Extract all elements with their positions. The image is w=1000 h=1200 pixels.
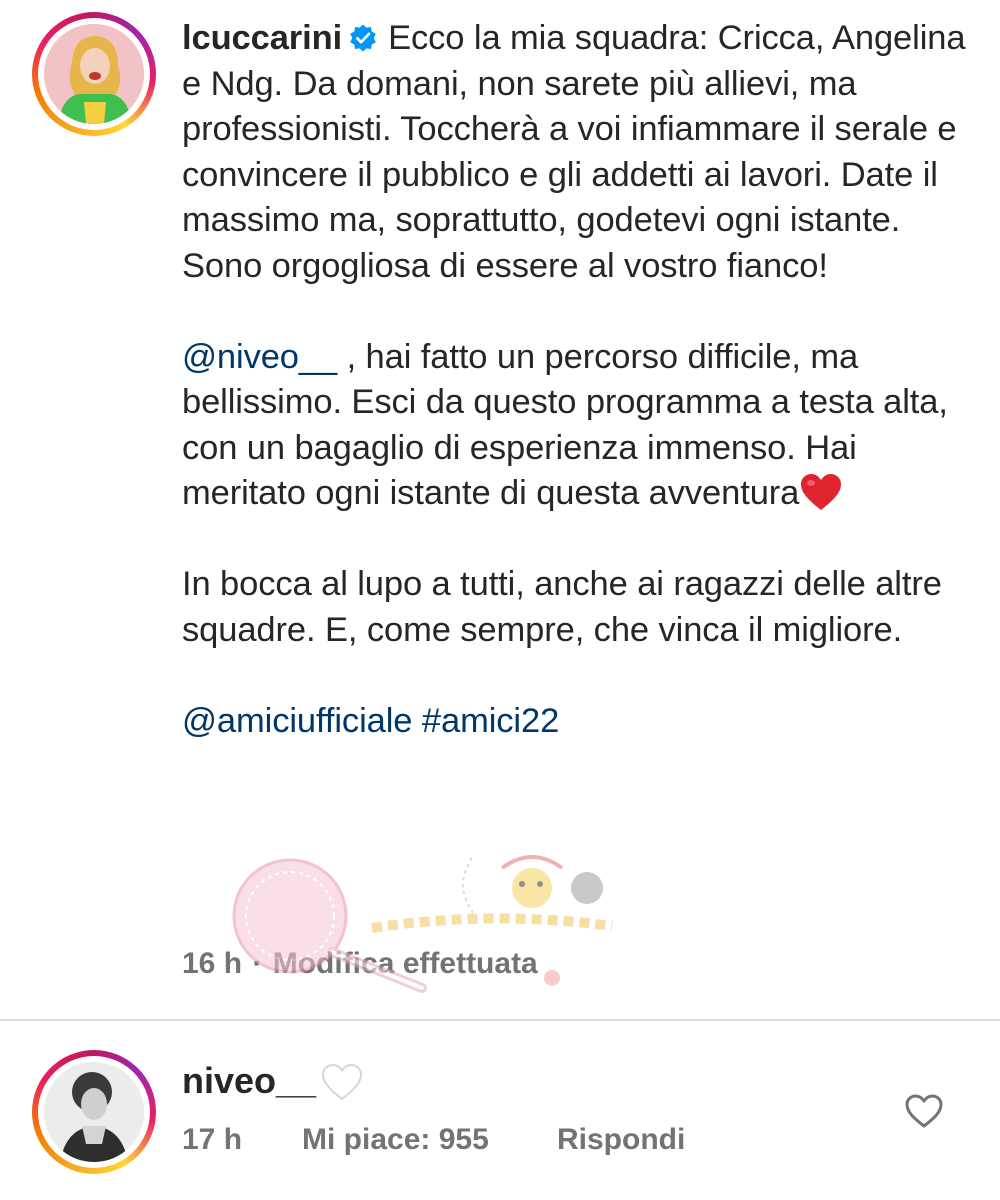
section-divider [0, 1019, 1000, 1021]
post-caption-block: lcuccarini Ecco la mia squadra: Cricca, A… [0, 0, 1000, 1020]
caption-first-paragraph: lcuccarini Ecco la mia squadra: Cricca, A… [182, 16, 972, 289]
post-meta: 16 h · Modifica effettuata [182, 947, 538, 981]
tag-mention-link[interactable]: @amiciufficiale [182, 702, 412, 740]
caption-second-paragraph: @niveo__ , hai fatto un percorso diffici… [182, 335, 972, 517]
post-username[interactable]: lcuccarini [182, 19, 342, 57]
comment-meta: 17 h Mi piace: 955 Rispondi [182, 1123, 685, 1157]
hashtag-link[interactable]: #amici22 [422, 702, 559, 740]
reply-button[interactable]: Rispondi [557, 1123, 685, 1157]
caption-text-3: In bocca al lupo a tutti, anche ai ragaz… [182, 565, 942, 649]
caption-tags: @amiciufficiale #amici22 [182, 699, 972, 745]
mention-link[interactable]: @niveo__ [182, 338, 337, 376]
author-avatar[interactable] [32, 12, 156, 136]
edited-label: Modifica effettuata [272, 947, 538, 980]
red-heart-emoji [801, 474, 842, 510]
caption-text-1: Da domani, non sarete più allievi, ma pr… [182, 64, 957, 285]
post-caption: lcuccarini Ecco la mia squadra: Cricca, A… [182, 16, 972, 744]
author-avatar-image [44, 24, 144, 124]
meta-separator: · [252, 947, 263, 980]
comment-likes[interactable]: Mi piace: 955 [302, 1123, 489, 1157]
post-time: 16 h [182, 947, 243, 980]
caption-third-paragraph: In bocca al lupo a tutti, anche ai ragaz… [182, 562, 972, 653]
verified-badge-icon [350, 24, 376, 52]
comment-time: 17 h [182, 1123, 243, 1156]
white-heart-emoji [321, 1063, 363, 1101]
commenter-avatar-image [44, 1062, 144, 1162]
comment-username[interactable]: niveo__ [182, 1060, 316, 1102]
commenter-avatar[interactable] [32, 1050, 156, 1174]
heart-outline-icon[interactable] [902, 1090, 946, 1134]
